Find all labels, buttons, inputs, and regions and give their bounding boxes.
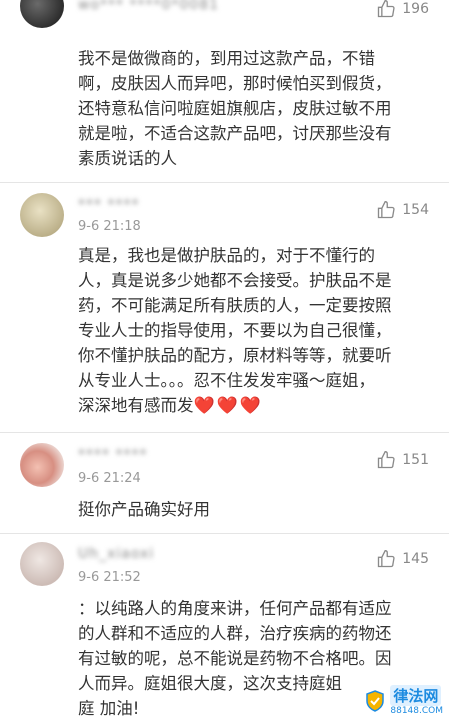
comment-text: 挺你产品确实好用 [78,500,210,519]
comment-text: 我不是做微商的，到用过这款产品，不错 啊，皮肤因人而异吧，那时候怕买到假货， 还… [78,49,392,168]
comment-item: **** **** 9-6 21:24 151 挺你产品确实好用 [0,433,449,533]
thumbs-up-icon [378,200,395,219]
like-count: 154 [402,202,429,218]
timestamp: 9-6 21:24 [78,471,141,486]
avatar[interactable] [20,0,64,28]
comment-item: wo*** ****0*0081 196 我不是做微商的，到用过这款产品，不错 … [0,0,449,182]
comment-item: *** **** 9-6 21:18 154 真是，我也是做护肤品的，对于不懂行… [0,183,449,433]
like-button[interactable]: 196 [376,0,429,19]
shield-logo-icon [366,689,385,712]
thumbs-up-icon [378,549,395,568]
watermark-title: 律法网 [390,685,442,706]
watermark-url: 88148.COM [390,706,443,716]
thumbs-up-icon [378,450,395,469]
thumbs-up-icon [378,0,395,18]
avatar[interactable] [20,193,64,237]
like-button[interactable]: 154 [376,200,429,220]
like-count: 151 [402,452,429,468]
username[interactable]: *** **** [78,197,139,213]
username[interactable]: **** **** [78,447,147,463]
username[interactable]: wo*** ****0*0081 [78,0,219,13]
like-count: 196 [402,1,429,17]
comment-text: 真是，我也是做护肤品的，对于不懂行的 人，真是说多少她都不会接受。护肤品不是 药… [78,246,392,416]
like-count: 145 [402,551,429,567]
username[interactable]: Uh_xiaoxi [78,546,154,562]
timestamp: 9-6 21:18 [78,219,141,234]
heart-emoji: ❤️❤️❤️ [193,396,264,416]
like-button[interactable]: 145 [376,549,429,569]
like-button[interactable]: 151 [376,450,429,470]
watermark: 律法网 88148.COM [365,685,443,716]
avatar[interactable] [20,542,64,586]
avatar[interactable] [20,443,64,487]
timestamp: 9-6 21:52 [78,570,141,585]
